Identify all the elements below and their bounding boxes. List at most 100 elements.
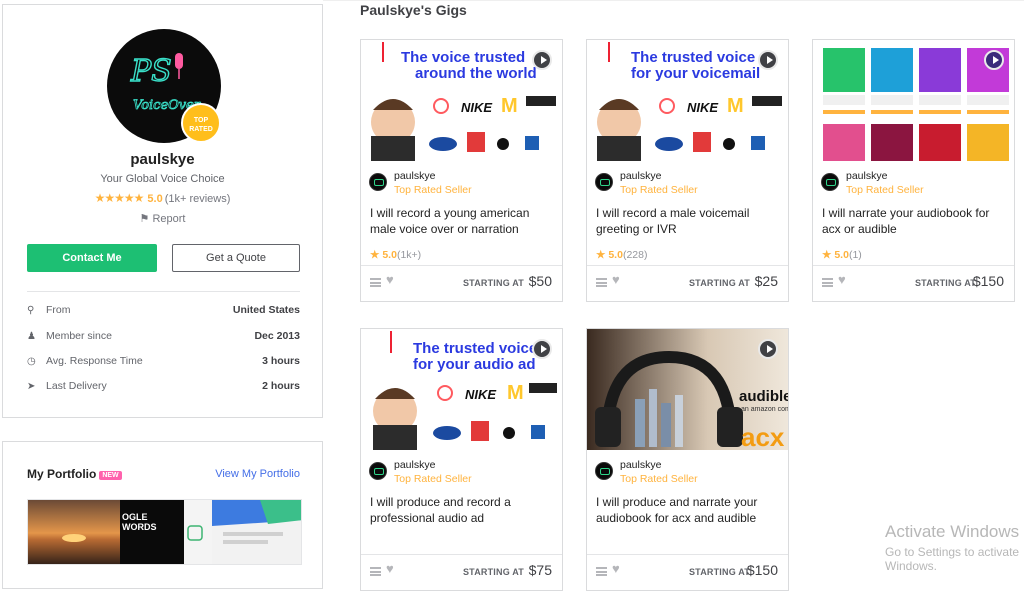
gig-title[interactable]: I will produce and narrate your audioboo… — [596, 494, 781, 526]
svg-text:NIKE: NIKE — [687, 100, 718, 115]
seller-profile-card: PS VoiceOver TOP RATED paulskye Your Glo… — [2, 4, 323, 418]
stat-label: Member since — [46, 330, 112, 342]
svg-text:The voice trusted: The voice trusted — [401, 49, 525, 66]
heart-icon[interactable]: ♥ — [838, 272, 846, 287]
menu-icon[interactable] — [596, 567, 607, 576]
heart-icon[interactable]: ♥ — [612, 272, 620, 287]
gig-title[interactable]: I will record a male voicemail greeting … — [596, 205, 781, 237]
gig-footer: ♥ STARTING AT $150 — [813, 265, 1014, 301]
gig-title[interactable]: I will produce and record a professional… — [370, 494, 555, 526]
star-rating-icon: ★★★★★ — [94, 191, 145, 205]
seller-avatar[interactable] — [821, 173, 839, 191]
gig-card[interactable]: audible an amazon company acx paulskye T… — [586, 328, 789, 591]
play-icon[interactable] — [532, 50, 552, 70]
star-icon: ★ — [822, 249, 835, 261]
seller-level: Top Rated Seller — [846, 184, 924, 196]
star-icon: ★ — [596, 249, 609, 261]
activate-windows-watermark: Activate Windows — [885, 522, 1020, 541]
gig-thumbnail[interactable]: audible an amazon company acx — [587, 329, 788, 450]
star-icon: ★ — [370, 249, 383, 261]
gig-thumbnail[interactable] — [813, 40, 1014, 161]
get-a-quote-button[interactable]: Get a Quote — [172, 244, 300, 272]
gig-title[interactable]: I will record a young american male voic… — [370, 205, 555, 237]
menu-icon[interactable] — [822, 278, 833, 287]
contact-me-button[interactable]: Contact Me — [27, 244, 157, 272]
stat-value: 3 hours — [262, 355, 300, 367]
gig-footer: ♥ STARTING AT $25 — [587, 265, 788, 301]
microphone-icon — [175, 53, 183, 69]
svg-text:for your voicemail: for your voicemail — [631, 65, 760, 82]
starting-at-label: STARTING AT — [914, 278, 976, 288]
svg-text:audible: audible — [739, 388, 788, 405]
gig-card[interactable]: The trusted voice for your voicemail NIK… — [586, 39, 789, 302]
play-icon[interactable] — [758, 339, 778, 359]
tagline: Your Global Voice Choice — [100, 173, 225, 185]
stat-label: Last Delivery — [46, 380, 107, 392]
menu-icon[interactable] — [370, 567, 381, 576]
send-icon: ➤ — [27, 381, 36, 392]
seller-name[interactable]: paulskye — [394, 459, 435, 471]
stat-value: 2 hours — [262, 380, 300, 392]
stat-response-time: ◷ Avg. Response Time 3 hours — [27, 355, 300, 371]
activate-windows-subtext: Go to Settings to activate Windows. — [885, 545, 1020, 573]
gig-footer: ♥ STARTING AT $50 — [361, 265, 562, 301]
seller-avatar[interactable] — [369, 462, 387, 480]
gig-rating: ★ 5.0(1) — [822, 249, 862, 261]
gig-card[interactable]: paulskye Top Rated Seller I will narrate… — [812, 39, 1015, 302]
report-link[interactable]: ⚑ Report — [3, 212, 322, 225]
gig-card[interactable]: The voice trusted around the world NIKE … — [360, 39, 563, 302]
seller-avatar[interactable] — [595, 462, 613, 480]
gig-price: $150 — [746, 562, 778, 578]
gig-rating: ★ 5.0(228) — [596, 249, 648, 261]
divider — [27, 291, 300, 292]
menu-icon[interactable] — [370, 278, 381, 287]
gig-thumbnail[interactable]: The trusted voice for your voicemail NIK… — [587, 40, 788, 161]
svg-text:NIKE: NIKE — [461, 100, 492, 115]
starting-at-label: STARTING AT — [688, 567, 750, 577]
seller-level: Top Rated Seller — [620, 184, 698, 196]
gig-thumbnail[interactable]: The trusted voice for your audio ad NIKE… — [361, 329, 562, 450]
svg-text:The trusted voice: The trusted voice — [631, 49, 755, 66]
portfolio-thumbnails: OGLE WORDS — [28, 500, 301, 564]
gig-thumbnail[interactable]: The voice trusted around the world NIKE … — [361, 40, 562, 161]
seller-rating: ★★★★★ 5.0 (1k+ reviews) — [3, 191, 322, 205]
portfolio-title: My Portfolio NEW — [27, 467, 122, 481]
play-icon[interactable] — [984, 50, 1004, 70]
seller-avatar[interactable] — [369, 173, 387, 191]
report-label: Report — [152, 213, 186, 225]
stat-value: Dec 2013 — [254, 330, 300, 342]
view-portfolio-link[interactable]: View My Portfolio — [215, 468, 300, 480]
portfolio-card: My Portfolio NEW View My Portfolio OGLE W… — [2, 441, 323, 589]
svg-text:M: M — [727, 95, 744, 117]
gig-card[interactable]: The trusted voice for your audio ad NIKE… — [360, 328, 563, 591]
stat-from: ⚲ From United States — [27, 304, 300, 320]
seller-name[interactable]: paulskye — [846, 170, 887, 182]
heart-icon[interactable]: ♥ — [612, 561, 620, 576]
user-icon: ♟ — [27, 331, 36, 342]
gig-price: $25 — [754, 273, 778, 289]
seller-name[interactable]: paulskye — [620, 170, 661, 182]
heart-icon[interactable]: ♥ — [386, 272, 394, 287]
gig-price: $50 — [528, 273, 552, 289]
seller-level: Top Rated Seller — [620, 473, 698, 485]
seller-name[interactable]: paulskye — [394, 170, 435, 182]
gigs-heading: Paulskye's Gigs — [360, 2, 467, 18]
svg-text:M: M — [501, 95, 518, 117]
top-rated-badge: TOP RATED — [181, 103, 221, 143]
svg-text:WORDS: WORDS — [122, 522, 157, 532]
gig-footer: ♥ STARTING AT $75 — [361, 554, 562, 590]
stat-label: Avg. Response Time — [46, 355, 143, 367]
seller-avatar[interactable] — [595, 173, 613, 191]
svg-text:around the world: around the world — [415, 65, 537, 82]
svg-text:NIKE: NIKE — [465, 387, 496, 402]
heart-icon[interactable]: ♥ — [386, 561, 394, 576]
play-icon[interactable] — [758, 50, 778, 70]
seller-name[interactable]: paulskye — [620, 459, 661, 471]
play-icon[interactable] — [532, 339, 552, 359]
gig-title[interactable]: I will narrate your audiobook for acx or… — [822, 205, 1007, 237]
portfolio-preview-strip[interactable]: OGLE WORDS — [27, 499, 302, 565]
stat-member-since: ♟ Member since Dec 2013 — [27, 330, 300, 346]
rating-score: 5.0 — [147, 193, 163, 205]
review-count: (1k+ reviews) — [164, 193, 231, 205]
menu-icon[interactable] — [596, 278, 607, 287]
